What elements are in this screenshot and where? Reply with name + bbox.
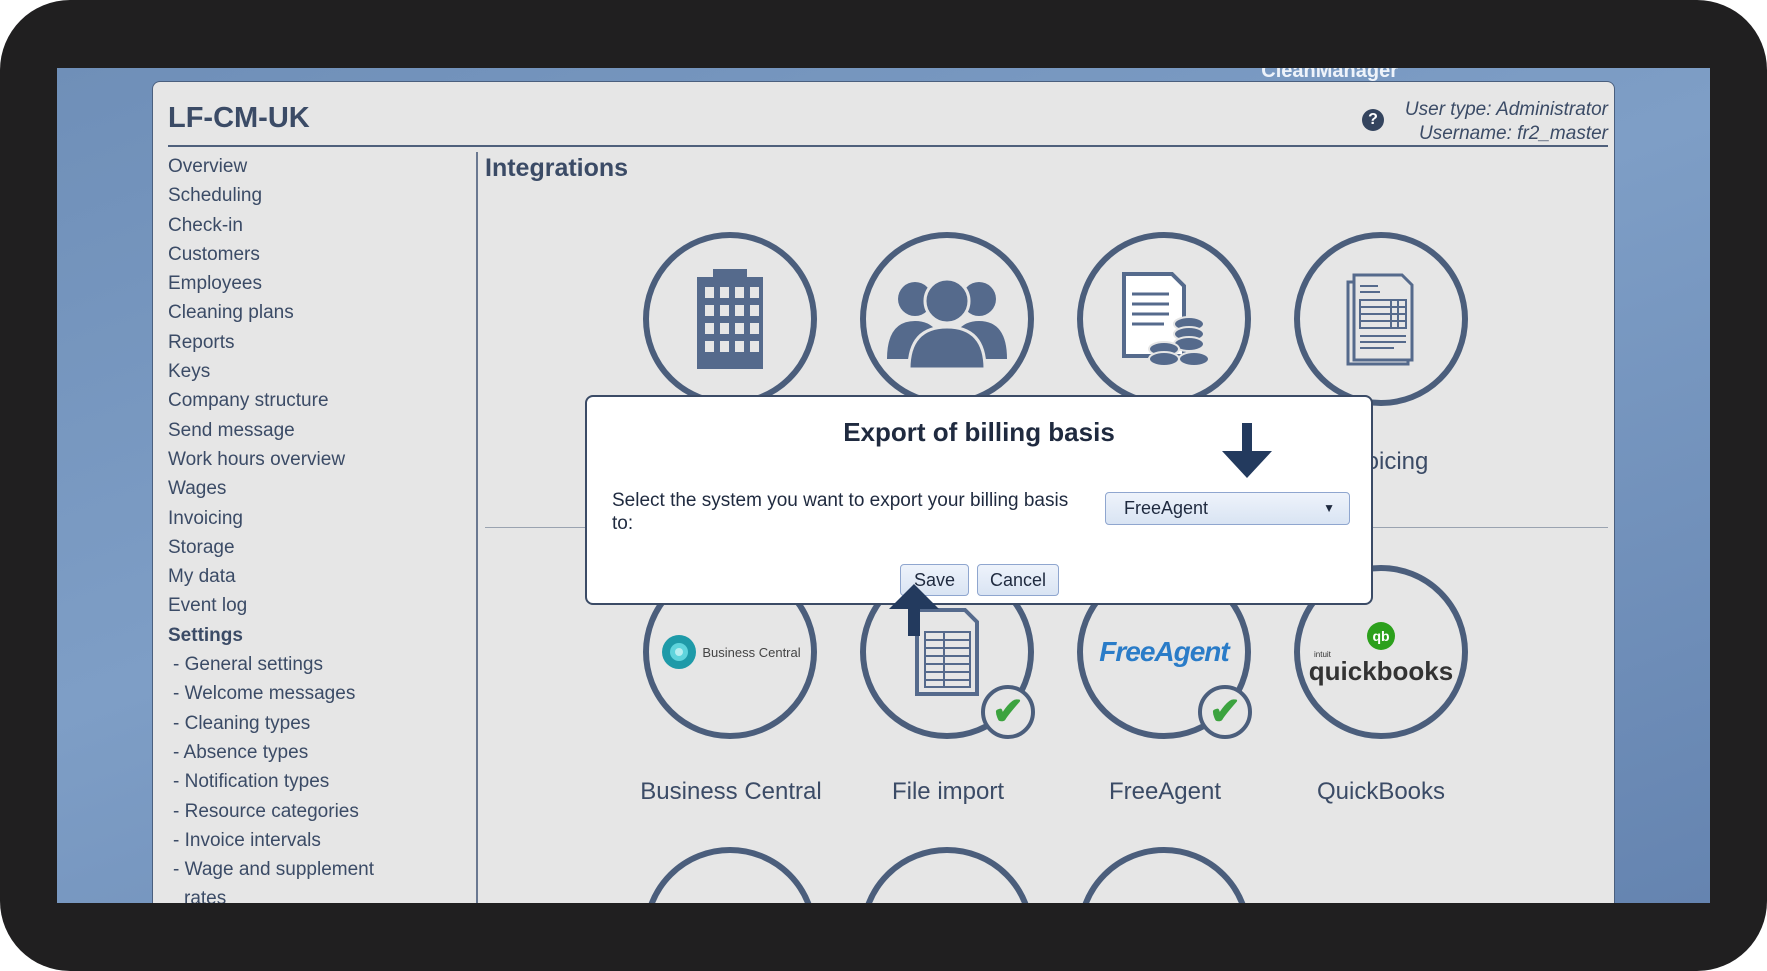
integration-employees[interactable] [860, 232, 1034, 406]
freeagent-logo: FreeAgent [1099, 636, 1229, 667]
user-type: User type: Administrator [1404, 99, 1608, 120]
integration-tile[interactable] [643, 847, 817, 903]
sidebar-item[interactable]: Keys [168, 357, 418, 386]
settings-subitem[interactable]: - Invoice intervals [168, 826, 418, 855]
sidebar-item[interactable]: Work hours overview [168, 445, 418, 474]
dialog-prompt: Select the system you want to export you… [612, 490, 1069, 534]
header-divider [168, 145, 1608, 147]
integration-label: Business Central [640, 778, 822, 805]
settings-subitem[interactable]: - Absence types [168, 738, 418, 767]
sidebar-item[interactable]: Invoicing [168, 504, 418, 533]
settings-subitem[interactable]: - General settings [168, 650, 418, 679]
integration-tile[interactable] [1077, 847, 1251, 903]
page-title: Integrations [485, 154, 629, 182]
sidebar-item-settings[interactable]: Settings [168, 621, 418, 650]
integration-label: QuickBooks [1316, 778, 1446, 805]
settings-subitem[interactable]: - Cleaning types [168, 709, 418, 738]
quickbooks-logo-icon: qb [1367, 621, 1395, 650]
settings-subitem[interactable]: - Resource categories [168, 797, 418, 826]
sidebar-item[interactable]: Scheduling [168, 181, 418, 210]
device-frame: CleanManager LF-CM-UK ? User type: Admin… [0, 0, 1767, 971]
company-title: LF-CM-UK [168, 102, 310, 134]
selected-value: FreeAgent [1124, 498, 1209, 518]
user-info: User type: Administrator Username: fr2_m… [1405, 98, 1608, 146]
sidebar: Overview Scheduling Check-in Customers E… [168, 152, 418, 903]
document-table-icon [1346, 273, 1414, 365]
building-icon [697, 269, 763, 369]
sidebar-item[interactable]: Check-in [168, 211, 418, 240]
sidebar-item[interactable]: Company structure [168, 386, 418, 415]
sidebar-item[interactable]: Reports [168, 328, 418, 357]
username: Username: fr2_master [1418, 123, 1608, 144]
settings-subitem[interactable]: - Wage and supplement [168, 855, 418, 884]
chevron-down-icon: ▼ [1323, 501, 1335, 515]
connected-check-icon: ✔ [1198, 685, 1252, 739]
business-central-logo-icon [662, 635, 697, 669]
arrow-down-icon [1222, 423, 1272, 479]
export-system-select[interactable]: FreeAgent ▼ [1105, 492, 1350, 525]
people-icon [887, 277, 1007, 369]
quickbooks-logo-text: quickbooks [1308, 655, 1454, 686]
screen: CleanManager LF-CM-UK ? User type: Admin… [57, 68, 1710, 903]
sidebar-item[interactable]: Customers [168, 240, 418, 269]
sidebar-item[interactable]: Overview [168, 152, 418, 181]
sidebar-item[interactable]: Storage [168, 533, 418, 562]
integration-invoicing[interactable] [1294, 232, 1468, 406]
app-panel: LF-CM-UK ? User type: Administrator User… [152, 81, 1615, 903]
arrow-up-icon [889, 584, 939, 640]
help-icon[interactable]: ? [1362, 109, 1384, 131]
sidebar-item[interactable]: Event log [168, 591, 418, 620]
sidebar-item[interactable]: Wages [168, 474, 418, 503]
integration-customers[interactable] [643, 232, 817, 406]
integration-billing[interactable] [1077, 232, 1251, 406]
integration-label: File import [891, 778, 1005, 805]
sidebar-item[interactable]: Cleaning plans [168, 298, 418, 327]
business-central-logo-text: Business Central [702, 644, 801, 660]
settings-subitem-cont[interactable]: rates [168, 884, 418, 903]
invoice-coins-icon [1122, 272, 1209, 367]
sidebar-item[interactable]: My data [168, 562, 418, 591]
sidebar-divider [476, 152, 478, 903]
sidebar-item[interactable]: Send message [168, 416, 418, 445]
sidebar-item[interactable]: Employees [168, 269, 418, 298]
integration-label: FreeAgent [1108, 778, 1222, 805]
cancel-button[interactable]: Cancel [977, 564, 1059, 596]
settings-subitem[interactable]: - Welcome messages [168, 679, 418, 708]
settings-subitem[interactable]: - Notification types [168, 767, 418, 796]
integration-tile[interactable] [860, 847, 1034, 903]
connected-check-icon: ✔ [981, 685, 1035, 739]
